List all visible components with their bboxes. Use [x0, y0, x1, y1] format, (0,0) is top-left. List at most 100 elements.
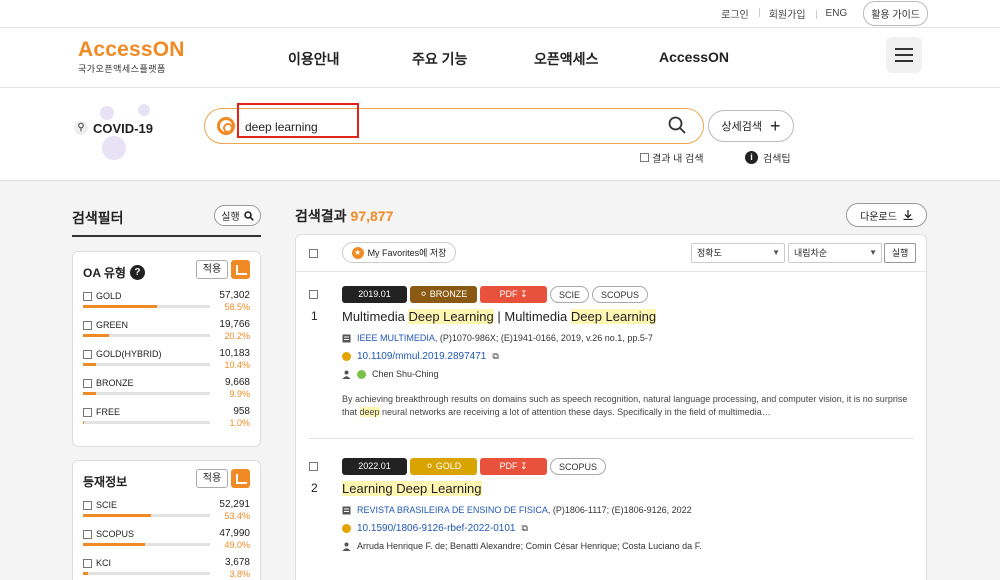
filter-option[interactable]: GREEN: [83, 320, 128, 330]
filter-count: 57,302: [219, 290, 250, 301]
oa-type-title: OA 유형 ?: [83, 264, 145, 281]
chart-icon[interactable]: [231, 260, 250, 279]
filter-row-kci[interactable]: KCI 3,678 3.8%: [73, 555, 260, 580]
filter-bar-fill: [83, 363, 97, 366]
filter-option[interactable]: BRONZE: [83, 378, 134, 388]
filter-option[interactable]: SCOPUS: [83, 529, 134, 539]
login-link[interactable]: 로그인: [711, 6, 759, 21]
oa-badge-label: BRONZE: [429, 289, 468, 299]
virus-decoration-icon: [100, 106, 114, 120]
doi-link[interactable]: 10.1109/mmul.2019.2897471: [357, 351, 486, 362]
sort-field-select[interactable]: 정확도 ▼: [691, 243, 785, 263]
guide-button[interactable]: 활용 가이드: [863, 1, 928, 26]
filter-count: 47,990: [219, 528, 250, 539]
virus-decoration-icon: [102, 136, 126, 160]
filter-row-scopus[interactable]: SCOPUS 47,990 49.0%: [73, 526, 260, 555]
index-info-title: 등재정보: [83, 473, 127, 490]
save-favorites-button[interactable]: ★ My Favorites에 저장: [342, 242, 456, 263]
sort-run-button[interactable]: 실행: [884, 243, 916, 263]
advanced-search-button[interactable]: 상세검색 +: [708, 110, 794, 142]
filter-checkbox[interactable]: [83, 349, 92, 359]
author-info: Arruda Henrique F. de; Benatti Alexandre…: [342, 541, 702, 551]
filter-row-scie[interactable]: SCIE 52,291 53.4%: [73, 497, 260, 526]
person-icon: [342, 370, 351, 379]
filter-option[interactable]: FREE: [83, 407, 120, 417]
sort-order-select[interactable]: 내림차순 ▼: [788, 243, 882, 263]
filter-row-free[interactable]: FREE 958 1.0%: [73, 404, 260, 433]
result-tags: 2019.01 ⚪ BRONZE PDF ↧ SCIE SCOPUS: [342, 286, 649, 303]
copy-icon[interactable]: ⧉: [492, 351, 498, 362]
author-name[interactable]: Chen Shu-Ching: [372, 369, 439, 379]
virus-decoration-icon: [138, 104, 150, 116]
filter-checkbox[interactable]: [83, 500, 92, 510]
pdf-download-button[interactable]: PDF ↧: [480, 286, 547, 303]
filter-count: 958: [233, 406, 250, 417]
search-tip-link[interactable]: i 검색팁: [745, 150, 791, 165]
copy-icon[interactable]: ⧉: [521, 523, 527, 534]
filter-checkbox[interactable]: [83, 407, 92, 417]
filter-count: 10,183: [219, 348, 250, 359]
journal-icon: [342, 506, 351, 514]
filter-bar: [83, 392, 210, 395]
nav-usage-guide[interactable]: 이용안내: [288, 49, 412, 69]
filter-percent: 58.5%: [224, 302, 250, 312]
result-number: 1: [311, 309, 318, 323]
filter-checkbox[interactable]: [83, 378, 92, 388]
orcid-icon[interactable]: [357, 369, 366, 379]
signup-link[interactable]: 회원가입: [758, 6, 816, 21]
eng-link[interactable]: ENG: [815, 8, 858, 19]
search-within-checkbox[interactable]: [640, 153, 649, 162]
index-apply-button[interactable]: 적용: [196, 469, 228, 488]
result-title-link[interactable]: Learning Deep Learning: [342, 481, 482, 496]
oa-apply-button[interactable]: 적용: [196, 260, 228, 279]
download-button[interactable]: 다운로드: [846, 203, 927, 227]
result-checkbox[interactable]: [309, 462, 318, 471]
help-icon[interactable]: ?: [129, 265, 145, 280]
filter-checkbox[interactable]: [83, 529, 92, 539]
hamburger-menu-icon[interactable]: [886, 37, 922, 73]
filter-option[interactable]: KCI: [83, 558, 111, 568]
filter-checkbox[interactable]: [83, 558, 92, 568]
select-all-checkbox[interactable]: [309, 249, 318, 258]
journal-link[interactable]: IEEE MULTIMEDIA: [357, 333, 435, 343]
filter-row-bronze[interactable]: BRONZE 9,668 9.9%: [73, 375, 260, 404]
filter-row-green[interactable]: GREEN 19,766 20.2%: [73, 317, 260, 346]
nav-features[interactable]: 주요 기능: [412, 49, 534, 69]
filter-option[interactable]: GOLD(HYBRID): [83, 349, 162, 359]
filter-label: GREEN: [96, 320, 129, 330]
doi-link[interactable]: 10.1590/1806-9126-rbef-2022-0101: [357, 523, 515, 534]
oa-badge-label: GOLD: [435, 461, 462, 471]
results-toolbar: ★ My Favorites에 저장 정확도 ▼ 내림차순 ▼ 실행: [296, 235, 926, 272]
filter-run-button[interactable]: 실행: [214, 205, 261, 226]
main-content: 검색필터 실행 OA 유형 ? 적용 GOLD 57,302 58.5% GREEN 1…: [0, 181, 1000, 580]
filter-checkbox[interactable]: [83, 320, 92, 330]
abstract-highlight: deep: [359, 407, 380, 417]
nav-accesson[interactable]: AccessON: [659, 49, 729, 69]
search-icon[interactable]: [668, 116, 686, 134]
journal-link[interactable]: REVISTA BRASILEIRA DE ENSINO DE FISICA: [357, 505, 548, 515]
pdf-download-button[interactable]: PDF ↧: [480, 458, 547, 475]
result-title-link[interactable]: Multimedia Deep Learning | Multimedia De…: [342, 309, 657, 324]
oa-type-header: OA 유형 ? 적용: [73, 252, 260, 288]
oa-type-panel: OA 유형 ? 적용 GOLD 57,302 58.5% GREEN 19,766 20.…: [72, 251, 261, 447]
covid-shortcut[interactable]: ⚲ COVID-19: [72, 104, 162, 160]
result-checkbox[interactable]: [309, 290, 318, 299]
results-list-panel: ★ My Favorites에 저장 정확도 ▼ 내림차순 ▼ 실행 1 2019.…: [295, 234, 927, 580]
filter-row-gold-hybrid-[interactable]: GOLD(HYBRID) 10,183 10.4%: [73, 346, 260, 375]
site-logo[interactable]: Access ON 국가오픈액세스플랫폼: [78, 38, 188, 75]
filter-option[interactable]: GOLD: [83, 291, 122, 301]
download-label: 다운로드: [860, 211, 897, 223]
filter-option[interactable]: SCIE: [83, 500, 117, 510]
search-within-results[interactable]: 결과 내 검색: [640, 150, 704, 165]
filter-checkbox[interactable]: [83, 291, 92, 301]
filter-count: 52,291: [219, 499, 250, 510]
chevron-down-icon: ▼: [869, 248, 877, 257]
filter-row-gold[interactable]: GOLD 57,302 58.5%: [73, 288, 260, 317]
plus-icon: +: [769, 116, 781, 136]
logo-subtitle: 국가오픈액세스플랫폼: [78, 64, 166, 74]
site-header: Access ON 국가오픈액세스플랫폼 이용안내 주요 기능 오픈액세스 Acc…: [0, 28, 1000, 88]
author-name[interactable]: Arruda Henrique F. de; Benatti Alexandre…: [357, 541, 702, 551]
filter-bar: [83, 543, 210, 546]
chart-icon[interactable]: [231, 469, 250, 488]
nav-open-access[interactable]: 오픈액세스: [534, 49, 659, 69]
